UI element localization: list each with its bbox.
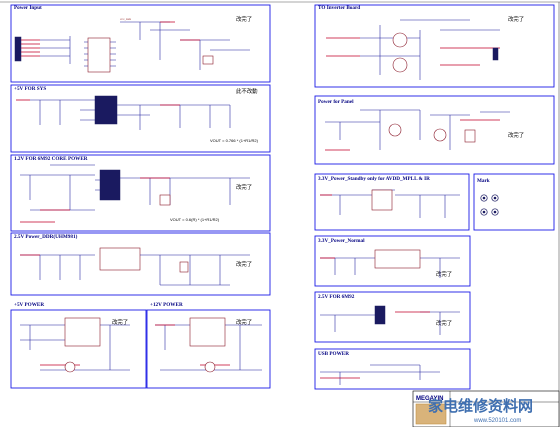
ldo-regulator bbox=[99, 247, 141, 271]
revision-note: 此不改動 bbox=[236, 87, 258, 95]
boost-regulator bbox=[189, 317, 226, 347]
ic-chip bbox=[87, 37, 111, 73]
block-2v5-6m92: 2.5V FOR 6M92 改完了 bbox=[314, 291, 471, 343]
vout-formula: VOUT = 0.6(R) * (1+R1/R2) bbox=[170, 217, 220, 222]
block-title: 1.2V FOR 6M92 CORE POWER bbox=[14, 156, 88, 162]
block-mark: Mark bbox=[473, 173, 555, 231]
revision-note: 改完了 bbox=[236, 15, 252, 23]
revision-note: 改完了 bbox=[236, 260, 252, 268]
block-3v3-standby: 3.3V_Power_Standby only for AVDD_MPLL & … bbox=[314, 173, 470, 231]
ldo-regulator bbox=[371, 189, 393, 211]
block-power-panel: Power for Panel 改完了 bbox=[314, 95, 555, 165]
block-power-input: Power Input 改完了 VCC_PWR bbox=[10, 4, 271, 83]
buck-regulator bbox=[99, 169, 121, 201]
block-3v3-normal: 3.3V_Power_Normal 改完了 bbox=[314, 235, 471, 287]
buck-regulator bbox=[64, 317, 101, 347]
watermark-url: www.520101.com bbox=[473, 418, 521, 424]
revision-note: 改完了 bbox=[436, 319, 452, 327]
block-plus5v-power: +5V POWER 改完了 bbox=[10, 302, 147, 389]
block-title: 3.3V_Power_Standby only for AVDD_MPLL & … bbox=[318, 176, 430, 182]
ldo-regulator bbox=[374, 249, 421, 269]
revision-note: 改完了 bbox=[236, 183, 252, 191]
block-title: +12V POWER bbox=[150, 302, 183, 308]
block-usb-power: USB POWER bbox=[314, 348, 471, 390]
block-title: 2.5V Power_DDR(UHM981) bbox=[14, 233, 78, 240]
connector-symbol bbox=[14, 36, 22, 62]
block-title: 2.5V FOR 6M92 bbox=[318, 294, 355, 300]
revision-note: 改完了 bbox=[508, 15, 524, 23]
watermark-text: 家电维修资料网 bbox=[428, 397, 533, 415]
block-plus12v-power: +12V POWER 改完了 bbox=[146, 302, 271, 389]
regulator bbox=[374, 305, 386, 325]
block-2v5-ddr: 2.5V Power_DDR(UHM981) 改完了 bbox=[10, 232, 271, 296]
block-title: Mark bbox=[477, 178, 490, 184]
revision-note: 改完了 bbox=[436, 270, 452, 278]
block-1v2-core: 1.2V FOR 6M92 CORE POWER 改完了 VOUT = 0.6(… bbox=[10, 154, 271, 232]
block-title: +5V FOR SYS bbox=[14, 86, 46, 92]
vout-formula: VOUT = 0.766 * (1+R1/R2) bbox=[210, 138, 259, 143]
block-title: TO Inverter Board bbox=[318, 5, 360, 11]
fiducial-mark bbox=[480, 194, 499, 216]
block-title: 3.3V_Power_Normal bbox=[318, 238, 365, 244]
block-plus5v-sys: +5V FOR SYS 此不改動 VOUT = 0.766 * (1+R1/R2… bbox=[10, 84, 271, 153]
revision-note: 改完了 bbox=[508, 131, 524, 139]
block-to-inverter: TO Inverter Board 改完了 bbox=[314, 4, 555, 88]
block-title: +5V POWER bbox=[14, 302, 44, 308]
schematic-sheet: Power Input 改完了 VCC_PWR TO Inverter Boar… bbox=[0, 1, 560, 427]
block-title: Power Input bbox=[14, 5, 42, 11]
block-title: USB POWER bbox=[318, 351, 349, 357]
dc-dc-converter bbox=[94, 95, 118, 125]
svg-text:VCC_PWR: VCC_PWR bbox=[120, 19, 131, 21]
block-title: Power for Panel bbox=[318, 99, 354, 105]
